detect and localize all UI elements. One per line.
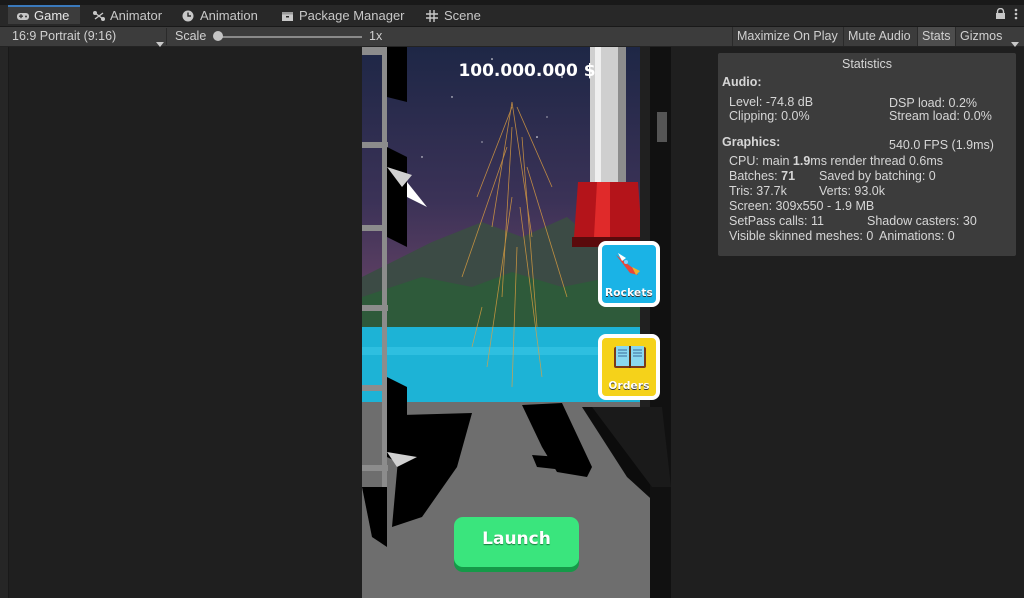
tab-game[interactable]: Game [8, 5, 80, 24]
chevron-down-icon [156, 34, 164, 52]
tab-bar-controls [995, 5, 1018, 26]
tab-label: Scene [444, 8, 481, 23]
stats-button[interactable]: Stats [917, 27, 955, 46]
audio-clipping: Clipping: 0.0% [729, 109, 810, 123]
tris-count: Tris: 37.7k [729, 184, 787, 198]
graphics-header: Graphics: [722, 135, 781, 149]
tab-label: Package Manager [299, 8, 405, 23]
tab-scene[interactable]: Scene [426, 5, 481, 26]
orders-label: Orders [608, 380, 650, 392]
verts-count: Verts: 93.0k [819, 184, 886, 198]
statistics-panel: Statistics Audio: Level: -74.8 dB DSP lo… [718, 53, 1016, 256]
maximize-on-play-button[interactable]: Maximize On Play [732, 27, 842, 46]
tab-label: Animator [110, 8, 163, 23]
tab-package-manager[interactable]: Package Manager [281, 5, 405, 26]
scale-slider-handle[interactable] [213, 31, 223, 41]
setpass-calls: SetPass calls: 11 [729, 214, 824, 228]
tab-animator[interactable]: Animator [92, 5, 162, 26]
rockets-label: Rockets [604, 287, 653, 299]
lock-icon[interactable] [995, 7, 1006, 25]
scale-slider-track[interactable] [218, 36, 362, 38]
game-viewport[interactable]: 100.000.000 $ Rockets Orders Launch [362, 47, 671, 598]
gizmos-button[interactable]: Gizmos [955, 27, 1006, 46]
rocket-icon [612, 249, 646, 284]
launch-button[interactable]: Launch [454, 517, 579, 567]
rockets-button[interactable]: Rockets [598, 241, 660, 307]
aspect-ratio-dropdown[interactable]: 16:9 Portrait (9:16) [6, 28, 167, 47]
gamepad-icon [16, 10, 30, 22]
money-counter: 100.000.000 $ [458, 61, 596, 81]
animator-icon [92, 10, 106, 22]
launch-label: Launch [482, 529, 551, 549]
visible-skinned-meshes: Visible skinned meshes: 0 [729, 229, 874, 243]
audio-level: Level: -74.8 dB [729, 95, 814, 109]
editor-tab-bar: Game Animator Animation Package Manager … [0, 5, 1024, 27]
orders-button[interactable]: Orders [598, 334, 660, 400]
cpu-main-value: 1.9 [792, 154, 811, 168]
left-dock-rail [0, 47, 9, 598]
gizmos-dropdown-icon[interactable] [1011, 34, 1019, 52]
screen-size: Screen: 309x550 - 1.9 MB [729, 199, 875, 213]
game-scene-render [362, 47, 671, 598]
tab-animation[interactable]: Animation [182, 5, 258, 26]
fps-readout: 540.0 FPS (1.9ms) [889, 138, 994, 152]
game-view-toolbar: 16:9 Portrait (9:16) Scale 1x Maximize O… [0, 27, 1024, 47]
clock-icon [182, 10, 196, 22]
tab-label: Game [34, 8, 70, 23]
dsp-load: DSP load: 0.2% [889, 96, 978, 110]
grid-icon [426, 9, 440, 22]
scale-label: Scale [175, 29, 207, 43]
statistics-title: Statistics [841, 57, 892, 71]
cpu-suffix: ms render thread 0.6ms [810, 154, 943, 168]
audio-header: Audio: [722, 75, 762, 89]
saved-by-batching: Saved by batching: 0 [819, 169, 936, 183]
mute-audio-button[interactable]: Mute Audio [843, 27, 915, 46]
scale-value: 1x [369, 29, 383, 43]
shadow-casters: Shadow casters: 30 [867, 214, 977, 228]
batches: Batches: 71 [729, 169, 795, 183]
cpu-time: CPU: main 1.9ms render thread 0.6ms [729, 154, 943, 168]
package-icon [281, 10, 295, 22]
stream-load: Stream load: 0.0% [889, 109, 992, 123]
batches-value: 71 [781, 169, 796, 183]
more-options-icon[interactable] [1014, 7, 1018, 25]
book-icon [613, 344, 647, 375]
tab-label: Animation [200, 8, 258, 23]
batches-prefix: Batches: [729, 169, 782, 183]
animations-count: Animations: 0 [879, 229, 955, 243]
aspect-ratio-value: 16:9 Portrait (9:16) [12, 29, 117, 43]
cpu-prefix: CPU: main [729, 154, 793, 168]
